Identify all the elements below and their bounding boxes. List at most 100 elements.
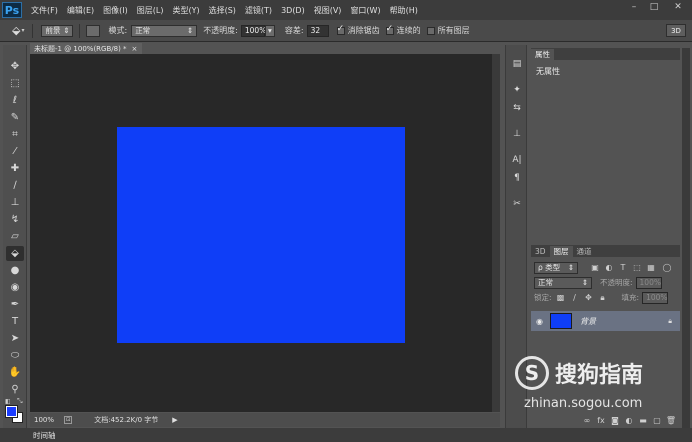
3d-mode-button[interactable]: 3D xyxy=(666,24,686,37)
link-layers-icon[interactable]: ∞ xyxy=(582,415,592,425)
type-tool-icon[interactable]: T xyxy=(6,314,24,329)
right-scrollbar[interactable] xyxy=(682,48,690,428)
fill-source-select[interactable]: 前景 ⇕ xyxy=(41,24,74,37)
contiguous-checkbox[interactable] xyxy=(385,24,394,35)
move-tool-icon[interactable]: ✥ xyxy=(6,59,24,74)
menu-window[interactable]: 窗口(W) xyxy=(350,5,380,16)
tools-preset-icon[interactable]: ✂ xyxy=(509,197,525,211)
type-filter-icon[interactable]: T xyxy=(618,263,628,273)
mode-select[interactable]: 正常 ⇕ xyxy=(131,24,198,37)
foreground-color-swatch[interactable] xyxy=(5,405,18,418)
swap-colors-icon[interactable]: ⤡ xyxy=(17,397,23,406)
document-tab[interactable]: 未标题-1 @ 100%(RGB/8) * × xyxy=(30,43,142,54)
fill-input[interactable]: 100% xyxy=(642,291,669,304)
tab-channels[interactable]: 通道 xyxy=(573,246,596,257)
divider xyxy=(32,23,34,38)
hand-tool-icon[interactable]: ✋ xyxy=(6,365,24,380)
new-group-icon[interactable]: ▬ xyxy=(638,415,648,425)
image-filter-icon[interactable]: ▣ xyxy=(590,263,600,273)
healing-brush-tool-icon[interactable]: ✚ xyxy=(6,161,24,176)
new-layer-icon[interactable]: ▢ xyxy=(652,415,662,425)
canvas-area[interactable] xyxy=(30,54,492,412)
status-icon[interactable]: ⊡ xyxy=(64,416,73,424)
zoom-level[interactable]: 100% xyxy=(34,416,54,424)
history-brush-tool-icon[interactable]: ↯ xyxy=(6,212,24,227)
zoom-tool-icon[interactable]: ⚲ xyxy=(6,382,24,397)
adjustment-layer-icon[interactable]: ◐ xyxy=(624,415,634,425)
watermark: S 搜狗指南 xyxy=(515,356,643,390)
minimize-icon[interactable]: – xyxy=(624,0,644,14)
layer-mask-icon[interactable]: ◙ xyxy=(610,415,620,425)
menu-select[interactable]: 选择(S) xyxy=(209,5,236,16)
filter-toggle-icon[interactable]: ◯ xyxy=(662,263,672,273)
document-tab-label: 未标题-1 @ 100%(RGB/8) * xyxy=(34,44,127,53)
menu-filter[interactable]: 滤镜(T) xyxy=(245,5,272,16)
paint-bucket-tool-icon[interactable]: ⬙ xyxy=(6,246,24,261)
ellipse-tool-icon[interactable]: ⬭ xyxy=(6,348,24,363)
marquee-tool-icon[interactable]: ⬚ xyxy=(6,76,24,91)
opacity-input[interactable]: 100% xyxy=(240,24,266,37)
lock-all-icon[interactable]: 🔒︎ xyxy=(598,293,608,303)
layer-row-background[interactable]: ◉ 背景 🔒︎ xyxy=(531,311,680,331)
timeline-label[interactable]: 时间轴 xyxy=(33,430,56,441)
history-icon[interactable]: ▤ xyxy=(509,57,525,71)
blur-tool-icon[interactable]: ● xyxy=(6,263,24,278)
contiguous-label: 连续的 xyxy=(396,26,421,35)
lock-pixels-icon[interactable]: ▩ xyxy=(556,293,566,303)
brush-tool-icon[interactable]: ∕ xyxy=(6,178,24,193)
layer-name[interactable]: 背景 xyxy=(580,316,596,327)
timeline-bar[interactable]: 时间轴 xyxy=(0,428,692,442)
brush-preset-icon[interactable]: ✦ xyxy=(509,83,525,97)
tolerance-input[interactable]: 32 xyxy=(306,24,329,37)
clone-stamp-tool-icon[interactable]: ⊥ xyxy=(6,195,24,210)
close-icon[interactable]: ✕ xyxy=(664,0,692,14)
vertical-scrollbar[interactable] xyxy=(492,54,500,412)
blend-mode-select[interactable]: 正常 ⇕ xyxy=(534,276,592,289)
delete-layer-icon[interactable]: 🗑︎ xyxy=(666,415,676,425)
maximize-icon[interactable]: □ xyxy=(644,0,664,14)
lock-move-icon[interactable]: ✥ xyxy=(584,293,594,303)
menu-type[interactable]: 类型(Y) xyxy=(172,5,199,16)
menu-3d[interactable]: 3D(D) xyxy=(281,6,305,15)
dodge-tool-icon[interactable]: ◉ xyxy=(6,280,24,295)
lock-paint-icon[interactable]: ∕ xyxy=(570,293,580,303)
all-layers-checkbox[interactable] xyxy=(426,26,435,35)
paragraph-icon[interactable]: ¶ xyxy=(509,171,525,185)
eraser-tool-icon[interactable]: ▱ xyxy=(6,229,24,244)
default-colors-icon[interactable]: ◧ xyxy=(5,398,11,405)
triangle-right-icon[interactable]: ▶ xyxy=(172,416,177,424)
antialias-checkbox[interactable] xyxy=(336,24,345,35)
layer-style-icon[interactable]: fx xyxy=(596,415,606,425)
chevron-down-icon[interactable]: ▾ xyxy=(21,27,24,34)
path-select-tool-icon[interactable]: ➤ xyxy=(6,331,24,346)
paint-bucket-icon[interactable]: ⬙ xyxy=(12,24,20,37)
menu-image[interactable]: 图像(I) xyxy=(103,5,128,16)
tab-properties[interactable]: 属性 xyxy=(531,49,554,60)
pattern-select[interactable] xyxy=(86,24,101,37)
menu-file[interactable]: 文件(F) xyxy=(31,5,58,16)
menu-edit[interactable]: 编辑(E) xyxy=(67,5,94,16)
tab-layers[interactable]: 图层 xyxy=(549,246,573,257)
layer-filter-select[interactable]: ρ 类型 ⇕ xyxy=(534,261,578,274)
smart-object-filter-icon[interactable]: ▦ xyxy=(646,263,656,273)
opacity-dropdown[interactable]: ▾ xyxy=(264,24,275,37)
lasso-tool-icon[interactable]: ℓ xyxy=(6,93,24,108)
clone-source-icon[interactable]: ⊥ xyxy=(509,127,525,141)
opacity-label: 不透明度: xyxy=(203,26,238,35)
layer-opacity-input[interactable]: 100% xyxy=(635,276,662,289)
document-canvas[interactable] xyxy=(117,127,405,343)
adjustment-filter-icon[interactable]: ◐ xyxy=(604,263,614,273)
crop-tool-icon[interactable]: ⌗ xyxy=(6,127,24,142)
menu-help[interactable]: 帮助(H) xyxy=(390,5,418,16)
menu-view[interactable]: 视图(V) xyxy=(314,5,342,16)
menu-layer[interactable]: 图层(L) xyxy=(137,5,164,16)
shape-filter-icon[interactable]: ⬚ xyxy=(632,263,642,273)
tab-3d[interactable]: 3D xyxy=(531,246,550,257)
adjustments-icon[interactable]: ⇆ xyxy=(509,101,525,115)
close-icon[interactable]: × xyxy=(132,45,138,53)
eyedropper-tool-icon[interactable]: ⁄ xyxy=(6,144,24,159)
visibility-eye-icon[interactable]: ◉ xyxy=(536,317,543,326)
character-icon[interactable]: A| xyxy=(509,153,525,167)
pen-tool-icon[interactable]: ✒ xyxy=(6,297,24,312)
quick-select-tool-icon[interactable]: ✎ xyxy=(6,110,24,125)
